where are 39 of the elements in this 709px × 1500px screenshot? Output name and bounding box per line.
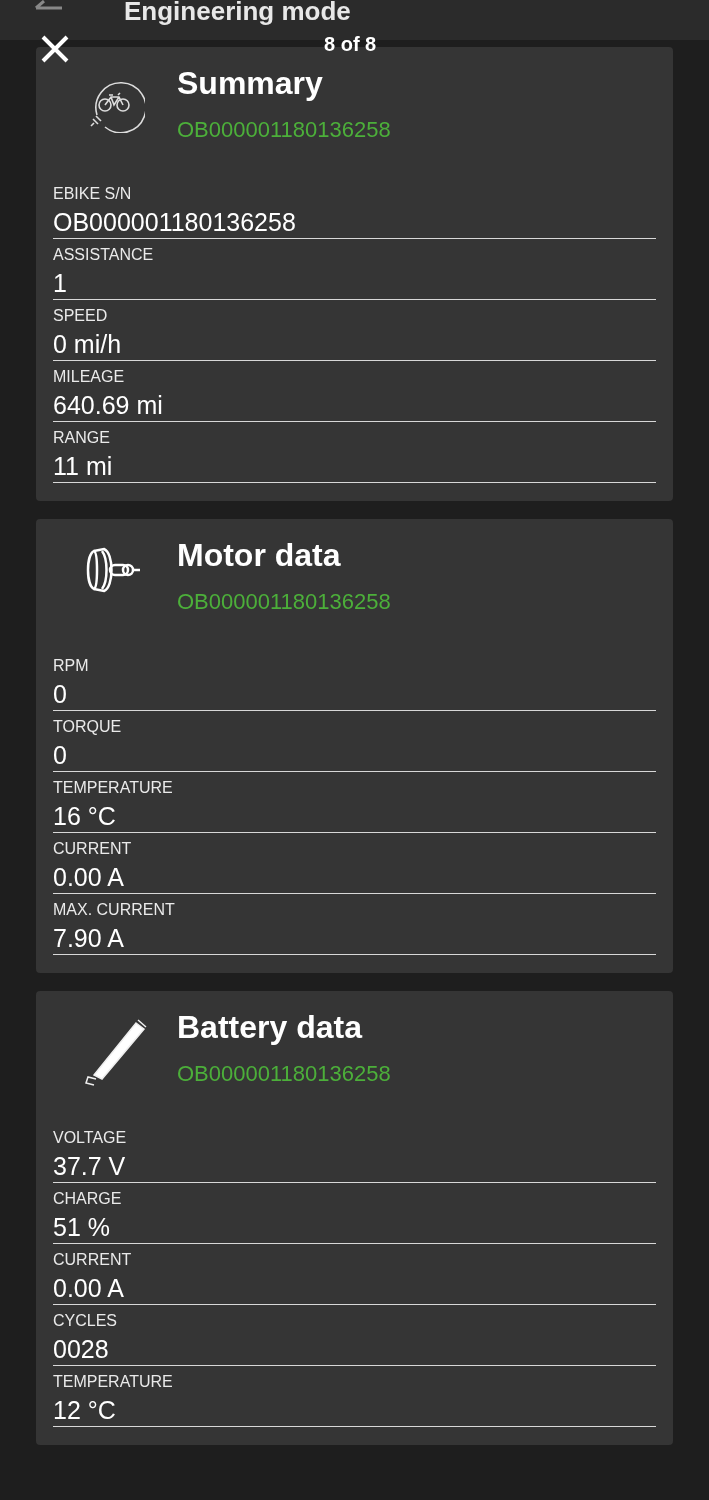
field-label: EBIKE S/N	[53, 185, 133, 203]
field-value: OB000001180136258	[53, 208, 297, 237]
field-value: 0.00 A	[53, 863, 125, 892]
field-value: 16 °C	[53, 802, 117, 831]
field-label: MILEAGE	[53, 368, 126, 386]
field-value: 11 mi	[53, 452, 114, 481]
field-value: 640.69 mi	[53, 391, 164, 420]
field-label: CHARGE	[53, 1190, 123, 1208]
field-value: 51 %	[53, 1213, 111, 1242]
field-label: VOLTAGE	[53, 1129, 128, 1147]
field-value: 0 mi/h	[53, 330, 123, 359]
field-label: MAX. CURRENT	[53, 901, 176, 919]
field-value: 1	[53, 269, 68, 298]
page-counter: 8 of 8	[324, 33, 377, 56]
card-title: Battery data	[177, 1008, 364, 1047]
close-icon[interactable]	[40, 34, 70, 64]
field-label: TEMPERATURE	[53, 1373, 174, 1391]
field-value: 12 °C	[53, 1396, 117, 1425]
field-value: 0028	[53, 1335, 110, 1364]
field-label: SPEED	[53, 307, 109, 325]
field-label: CYCLES	[53, 1312, 119, 1330]
serial-number: OB000001180136258	[177, 117, 391, 143]
field-label: RPM	[53, 657, 90, 675]
serial-number: OB000001180136258	[177, 1061, 391, 1087]
field-label: TEMPERATURE	[53, 779, 174, 797]
card-title: Motor data	[177, 536, 342, 575]
field-label: RANGE	[53, 429, 111, 447]
field-label: ASSISTANCE	[53, 246, 155, 264]
back-arrow-icon[interactable]	[34, 0, 64, 12]
field-value: 7.90 A	[53, 924, 125, 953]
field-label: CURRENT	[53, 1251, 133, 1269]
field-label: TORQUE	[53, 718, 123, 736]
card-title: Summary	[177, 64, 324, 103]
serial-number: OB000001180136258	[177, 589, 391, 615]
field-value: 0	[53, 680, 68, 709]
field-value: 0.00 A	[53, 1274, 125, 1303]
field-value: 0	[53, 741, 68, 770]
field-label: CURRENT	[53, 840, 133, 858]
field-value: 37.7 V	[53, 1152, 127, 1181]
